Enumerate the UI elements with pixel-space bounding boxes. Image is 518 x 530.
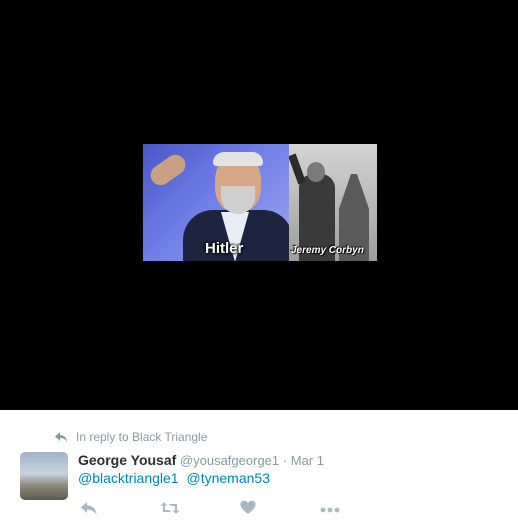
- tweet-text: @blacktriangle1 @tyneman53: [78, 470, 274, 486]
- reply-arrow-icon: [54, 431, 68, 443]
- reply-context-label: In reply to Black Triangle: [76, 430, 208, 444]
- like-icon[interactable]: [240, 500, 256, 520]
- separator-dot: ·: [282, 453, 288, 468]
- avatar[interactable]: [20, 452, 68, 500]
- user-handle[interactable]: @yousafgeorge1: [180, 453, 279, 468]
- mention-link[interactable]: @tyneman53: [187, 470, 270, 486]
- tweet-header: George Yousaf @yousafgeorge1 · Mar 1: [78, 452, 324, 468]
- mention-link[interactable]: @blacktriangle1: [78, 470, 179, 486]
- tweet-timestamp[interactable]: Mar 1: [291, 453, 324, 468]
- media-viewer: Hitler Jeremy Corbyn: [0, 0, 518, 410]
- reply-context[interactable]: In reply to Black Triangle: [54, 430, 207, 444]
- photo-caption-left: Hitler: [205, 240, 244, 257]
- tweet-photo[interactable]: Hitler Jeremy Corbyn: [143, 144, 377, 261]
- display-name[interactable]: George Yousaf: [78, 452, 176, 468]
- more-icon[interactable]: [320, 500, 340, 518]
- photo-panel-right: [289, 144, 377, 261]
- photo-caption-right: Jeremy Corbyn: [291, 245, 364, 256]
- reply-icon[interactable]: [80, 500, 98, 521]
- retweet-icon[interactable]: [160, 500, 180, 521]
